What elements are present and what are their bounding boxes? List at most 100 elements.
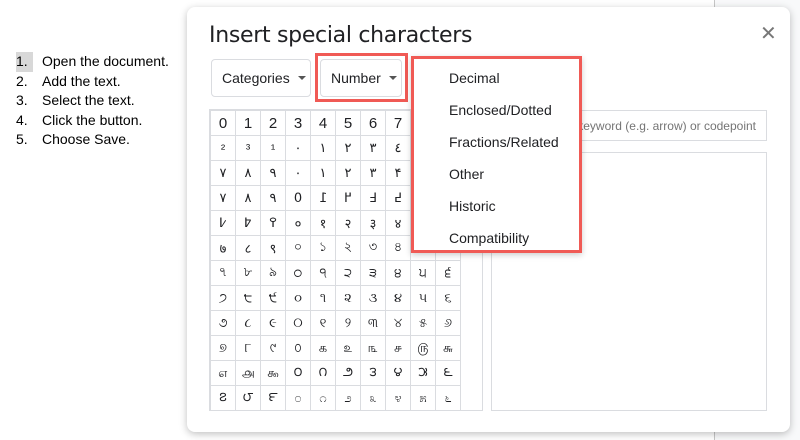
character-cell[interactable]: ୮	[235, 335, 261, 361]
character-cell[interactable]: 6	[360, 110, 386, 136]
character-cell[interactable]: ૯	[260, 310, 286, 336]
character-cell[interactable]: ૭	[210, 310, 236, 336]
character-cell[interactable]: ³	[235, 135, 261, 161]
character-cell[interactable]: ۸	[235, 185, 261, 211]
character-cell[interactable]: ০	[285, 235, 311, 261]
character-cell[interactable]: ٨	[235, 160, 261, 186]
character-cell[interactable]: ੮	[235, 285, 261, 311]
character-cell[interactable]: ୧	[310, 310, 336, 336]
character-cell[interactable]: ७	[210, 235, 236, 261]
character-cell[interactable]: ೩	[360, 385, 386, 411]
character-cell[interactable]: ৩	[360, 235, 386, 261]
character-cell[interactable]: ૬	[435, 285, 461, 311]
character-cell[interactable]: ۳	[360, 160, 386, 186]
character-cell[interactable]: ৯	[260, 260, 286, 286]
character-cell[interactable]: ߉	[260, 210, 286, 236]
character-cell[interactable]: ۰	[285, 160, 311, 186]
list-item[interactable]: 3. Select the text.	[16, 91, 169, 111]
character-cell[interactable]: ౭	[210, 385, 236, 411]
character-cell[interactable]: 4	[310, 110, 336, 136]
character-cell[interactable]: ૮	[235, 310, 261, 336]
categories-dropdown[interactable]: Categories	[211, 59, 311, 97]
character-cell[interactable]: ۷	[210, 185, 236, 211]
character-cell[interactable]: ੬	[435, 260, 461, 286]
character-cell[interactable]: ৮	[235, 260, 261, 286]
character-cell[interactable]: ૨	[335, 285, 361, 311]
character-cell[interactable]: ୪	[385, 310, 411, 336]
character-cell[interactable]: ੯	[260, 285, 286, 311]
character-cell[interactable]: ௩	[360, 335, 386, 361]
character-cell[interactable]: ߈	[235, 210, 261, 236]
character-cell[interactable]: ۲	[335, 160, 361, 186]
character-cell[interactable]: ²	[210, 135, 236, 161]
list-item[interactable]: 1. Open the document.	[16, 52, 169, 72]
close-icon[interactable]: ✕	[760, 21, 777, 46]
character-cell[interactable]: ૦	[285, 285, 311, 311]
menu-item-fractions-related[interactable]: Fractions/Related	[414, 126, 579, 158]
character-cell[interactable]: ௮	[235, 360, 261, 386]
character-cell[interactable]: ౮	[235, 385, 261, 411]
character-cell[interactable]: 5	[335, 110, 361, 136]
character-cell[interactable]: ౩	[360, 360, 386, 386]
character-cell[interactable]: ۴	[385, 160, 411, 186]
character-cell[interactable]: 2	[260, 110, 286, 136]
character-cell[interactable]: 0	[210, 110, 236, 136]
character-cell[interactable]: ߁	[310, 185, 336, 211]
character-cell[interactable]: 1	[235, 110, 261, 136]
character-cell[interactable]: ୬	[435, 310, 461, 336]
character-cell[interactable]: ୫	[410, 310, 436, 336]
character-cell[interactable]: ౦	[285, 360, 311, 386]
character-cell[interactable]: ೦	[285, 385, 311, 411]
character-cell[interactable]: ੧	[310, 260, 336, 286]
character-cell[interactable]: ੭	[210, 285, 236, 311]
list-item[interactable]: 2. Add the text.	[16, 72, 169, 92]
character-cell[interactable]: ௪	[385, 335, 411, 361]
character-cell[interactable]: ୨	[335, 310, 361, 336]
character-cell[interactable]: ੪	[385, 260, 411, 286]
character-cell[interactable]: ௬	[435, 335, 461, 361]
character-cell[interactable]: ૫	[410, 285, 436, 311]
character-cell[interactable]: ¹	[260, 135, 286, 161]
character-cell[interactable]: ৪	[385, 235, 411, 261]
character-cell[interactable]: ߇	[210, 210, 236, 236]
character-cell[interactable]: ౯	[260, 385, 286, 411]
character-cell[interactable]: ૩	[360, 285, 386, 311]
character-cell[interactable]: ٣	[360, 135, 386, 161]
character-cell[interactable]: ೪	[385, 385, 411, 411]
character-cell[interactable]: ९	[260, 235, 286, 261]
character-cell[interactable]: ੩	[360, 260, 386, 286]
character-cell[interactable]: १	[310, 210, 336, 236]
character-cell[interactable]: ೨	[335, 385, 361, 411]
character-cell[interactable]: ௭	[210, 360, 236, 386]
character-cell[interactable]: ౨	[335, 360, 361, 386]
character-cell[interactable]: ٧	[210, 160, 236, 186]
character-cell[interactable]: ௦	[285, 335, 311, 361]
menu-item-other[interactable]: Other	[414, 158, 579, 190]
character-cell[interactable]: ٤	[385, 135, 411, 161]
character-cell[interactable]: ୦	[285, 310, 311, 336]
character-cell[interactable]: ٩	[260, 160, 286, 186]
character-cell[interactable]: ۹	[260, 185, 286, 211]
character-cell[interactable]: 3	[285, 110, 311, 136]
character-cell[interactable]: ۱	[310, 160, 336, 186]
character-cell[interactable]: ୭	[210, 335, 236, 361]
character-cell[interactable]: ߂	[335, 185, 361, 211]
list-item[interactable]: 4. Click the button.	[16, 111, 169, 131]
character-cell[interactable]: ४	[385, 210, 411, 236]
character-cell[interactable]: ১	[310, 235, 336, 261]
character-cell[interactable]: ୯	[260, 335, 286, 361]
character-cell[interactable]: ३	[360, 210, 386, 236]
character-cell[interactable]: ೫	[410, 385, 436, 411]
character-cell[interactable]: ೬	[435, 385, 461, 411]
character-cell[interactable]: ٢	[335, 135, 361, 161]
character-cell[interactable]: ੫	[410, 260, 436, 286]
character-cell[interactable]: ௧	[310, 335, 336, 361]
character-cell[interactable]: ೧	[310, 385, 336, 411]
character-cell[interactable]: ੨	[335, 260, 361, 286]
character-cell[interactable]: ߀	[285, 185, 311, 211]
character-cell[interactable]: ௯	[260, 360, 286, 386]
menu-item-decimal[interactable]: Decimal	[414, 62, 579, 94]
menu-item-historic[interactable]: Historic	[414, 190, 579, 222]
character-cell[interactable]: ౫	[410, 360, 436, 386]
character-cell[interactable]: ૧	[310, 285, 336, 311]
